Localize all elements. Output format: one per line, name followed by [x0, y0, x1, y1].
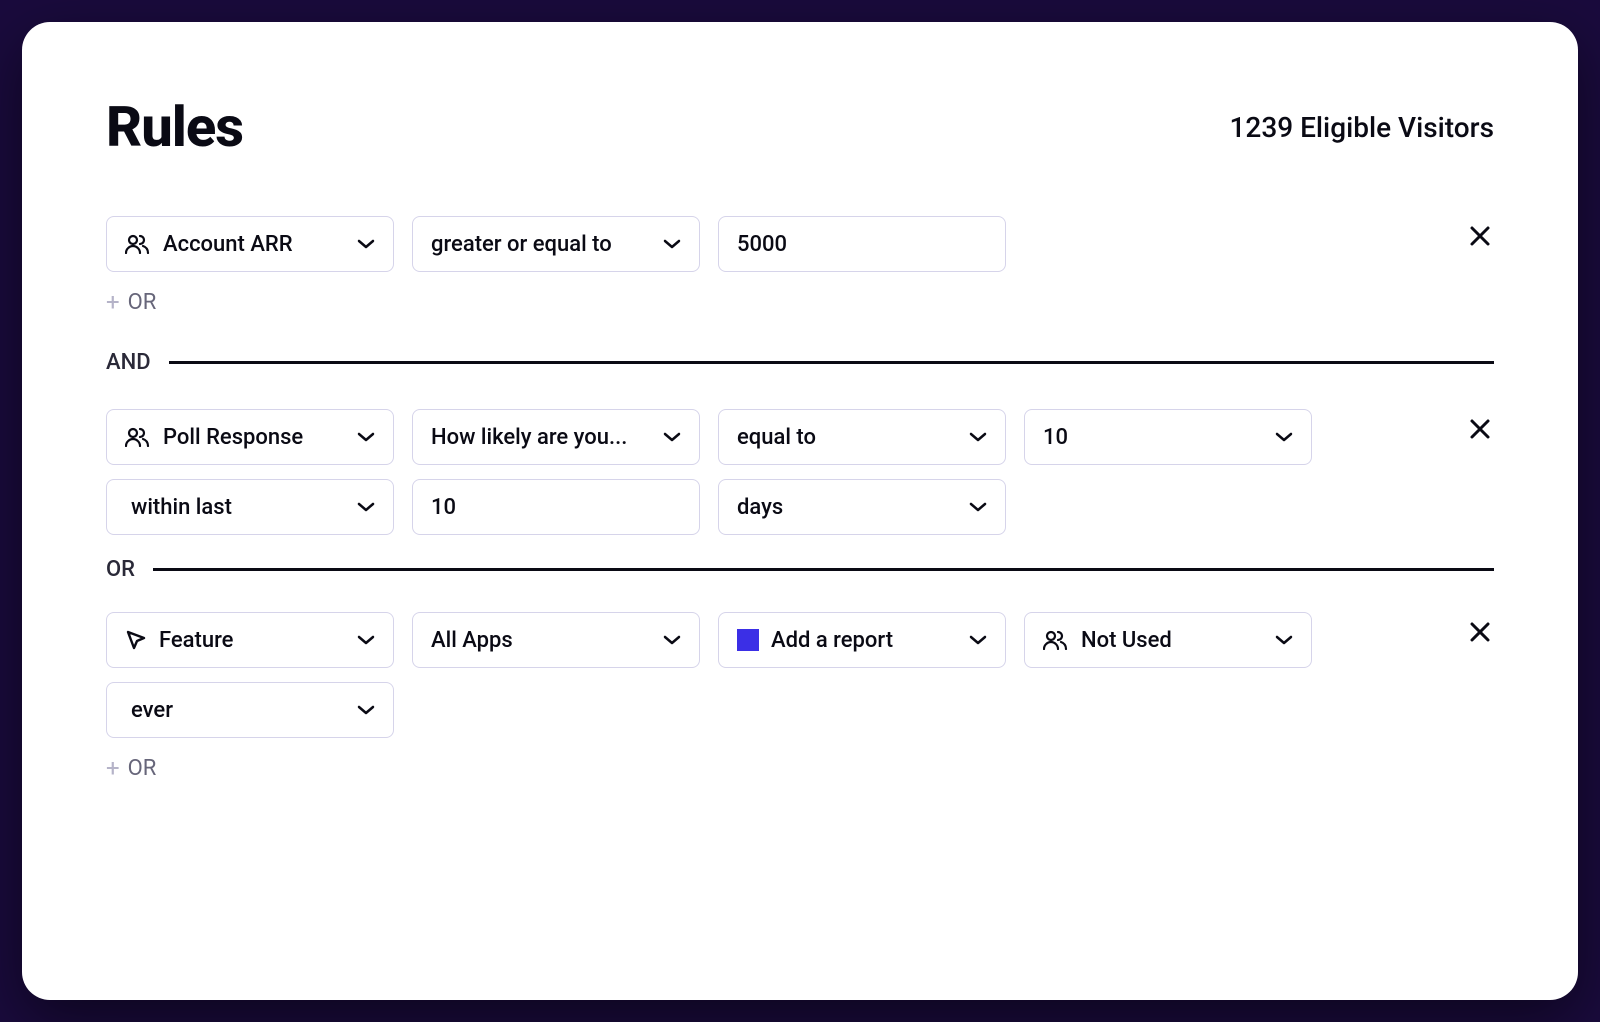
and-separator: AND	[106, 350, 1494, 375]
people-icon	[1043, 630, 1069, 650]
header: Rules 1239 Eligible Visitors	[106, 94, 1494, 160]
attribute-select[interactable]: Feature	[106, 612, 394, 668]
time-operator-select[interactable]: within last	[106, 479, 394, 535]
chevron-down-icon	[663, 634, 681, 646]
value-label: 10	[1043, 425, 1068, 450]
chevron-down-icon	[357, 704, 375, 716]
add-or-button[interactable]: + OR	[106, 288, 1494, 316]
attribute-select[interactable]: Poll Response	[106, 409, 394, 465]
attribute-label: Account ARR	[163, 232, 293, 257]
separator-line	[153, 568, 1494, 571]
status-label: Not Used	[1081, 628, 1172, 653]
time-operator-label: within last	[131, 495, 232, 520]
value-select[interactable]: 10	[1024, 409, 1312, 465]
color-swatch	[737, 629, 759, 651]
rule-row: Account ARR greater or equal to 5000	[106, 216, 1494, 272]
cursor-icon	[125, 629, 147, 651]
time-unit-select[interactable]: days	[718, 479, 1006, 535]
or-label: OR	[128, 290, 157, 315]
rule-group-3: Feature All Apps Add a report	[106, 612, 1494, 782]
chevron-down-icon	[357, 431, 375, 443]
value-input[interactable]: 5000	[718, 216, 1006, 272]
plus-icon: +	[106, 288, 120, 316]
rule-group-1: Account ARR greater or equal to 5000 + O…	[106, 216, 1494, 316]
scope-select[interactable]: All Apps	[412, 612, 700, 668]
time-value-input[interactable]: 10	[412, 479, 700, 535]
chevron-down-icon	[969, 501, 987, 513]
separator-line	[169, 361, 1494, 364]
poll-select[interactable]: How likely are you...	[412, 409, 700, 465]
chevron-down-icon	[969, 431, 987, 443]
poll-label: How likely are you...	[431, 425, 627, 450]
people-icon	[125, 427, 151, 447]
operator-select[interactable]: equal to	[718, 409, 1006, 465]
attribute-select[interactable]: Account ARR	[106, 216, 394, 272]
rule-row: Poll Response How likely are you... equa…	[106, 409, 1494, 465]
rules-card: Rules 1239 Eligible Visitors Account ARR…	[22, 22, 1578, 1000]
chevron-down-icon	[663, 431, 681, 443]
scope-label: All Apps	[431, 628, 513, 653]
plus-icon: +	[106, 754, 120, 782]
time-operator-label: ever	[131, 698, 173, 723]
value-text: 5000	[737, 232, 787, 257]
delete-rule-button[interactable]	[1466, 415, 1494, 443]
or-label: OR	[128, 756, 157, 781]
operator-select[interactable]: greater or equal to	[412, 216, 700, 272]
chevron-down-icon	[357, 238, 375, 250]
chevron-down-icon	[1275, 431, 1293, 443]
rule-row: ever	[106, 682, 1494, 738]
rule-group-2: Poll Response How likely are you... equa…	[106, 409, 1494, 535]
chevron-down-icon	[1275, 634, 1293, 646]
attribute-label: Poll Response	[163, 425, 303, 450]
time-operator-select[interactable]: ever	[106, 682, 394, 738]
time-value-text: 10	[431, 495, 456, 520]
chevron-down-icon	[357, 634, 375, 646]
chevron-down-icon	[663, 238, 681, 250]
time-unit-label: days	[737, 495, 783, 520]
chevron-down-icon	[969, 634, 987, 646]
page-title: Rules	[106, 94, 243, 160]
and-label: AND	[106, 350, 151, 375]
rule-row: Feature All Apps Add a report	[106, 612, 1494, 668]
or-separator: OR	[106, 557, 1494, 582]
attribute-label: Feature	[159, 628, 233, 653]
operator-label: equal to	[737, 425, 816, 450]
rule-row: within last 10 days	[106, 479, 1494, 535]
eligible-visitors: 1239 Eligible Visitors	[1229, 111, 1494, 144]
or-label: OR	[106, 557, 135, 582]
status-select[interactable]: Not Used	[1024, 612, 1312, 668]
feature-select[interactable]: Add a report	[718, 612, 1006, 668]
people-icon	[125, 234, 151, 254]
chevron-down-icon	[357, 501, 375, 513]
feature-label: Add a report	[771, 628, 893, 653]
delete-rule-button[interactable]	[1466, 618, 1494, 646]
delete-rule-button[interactable]	[1466, 222, 1494, 250]
operator-label: greater or equal to	[431, 232, 612, 257]
add-or-button[interactable]: + OR	[106, 754, 1494, 782]
